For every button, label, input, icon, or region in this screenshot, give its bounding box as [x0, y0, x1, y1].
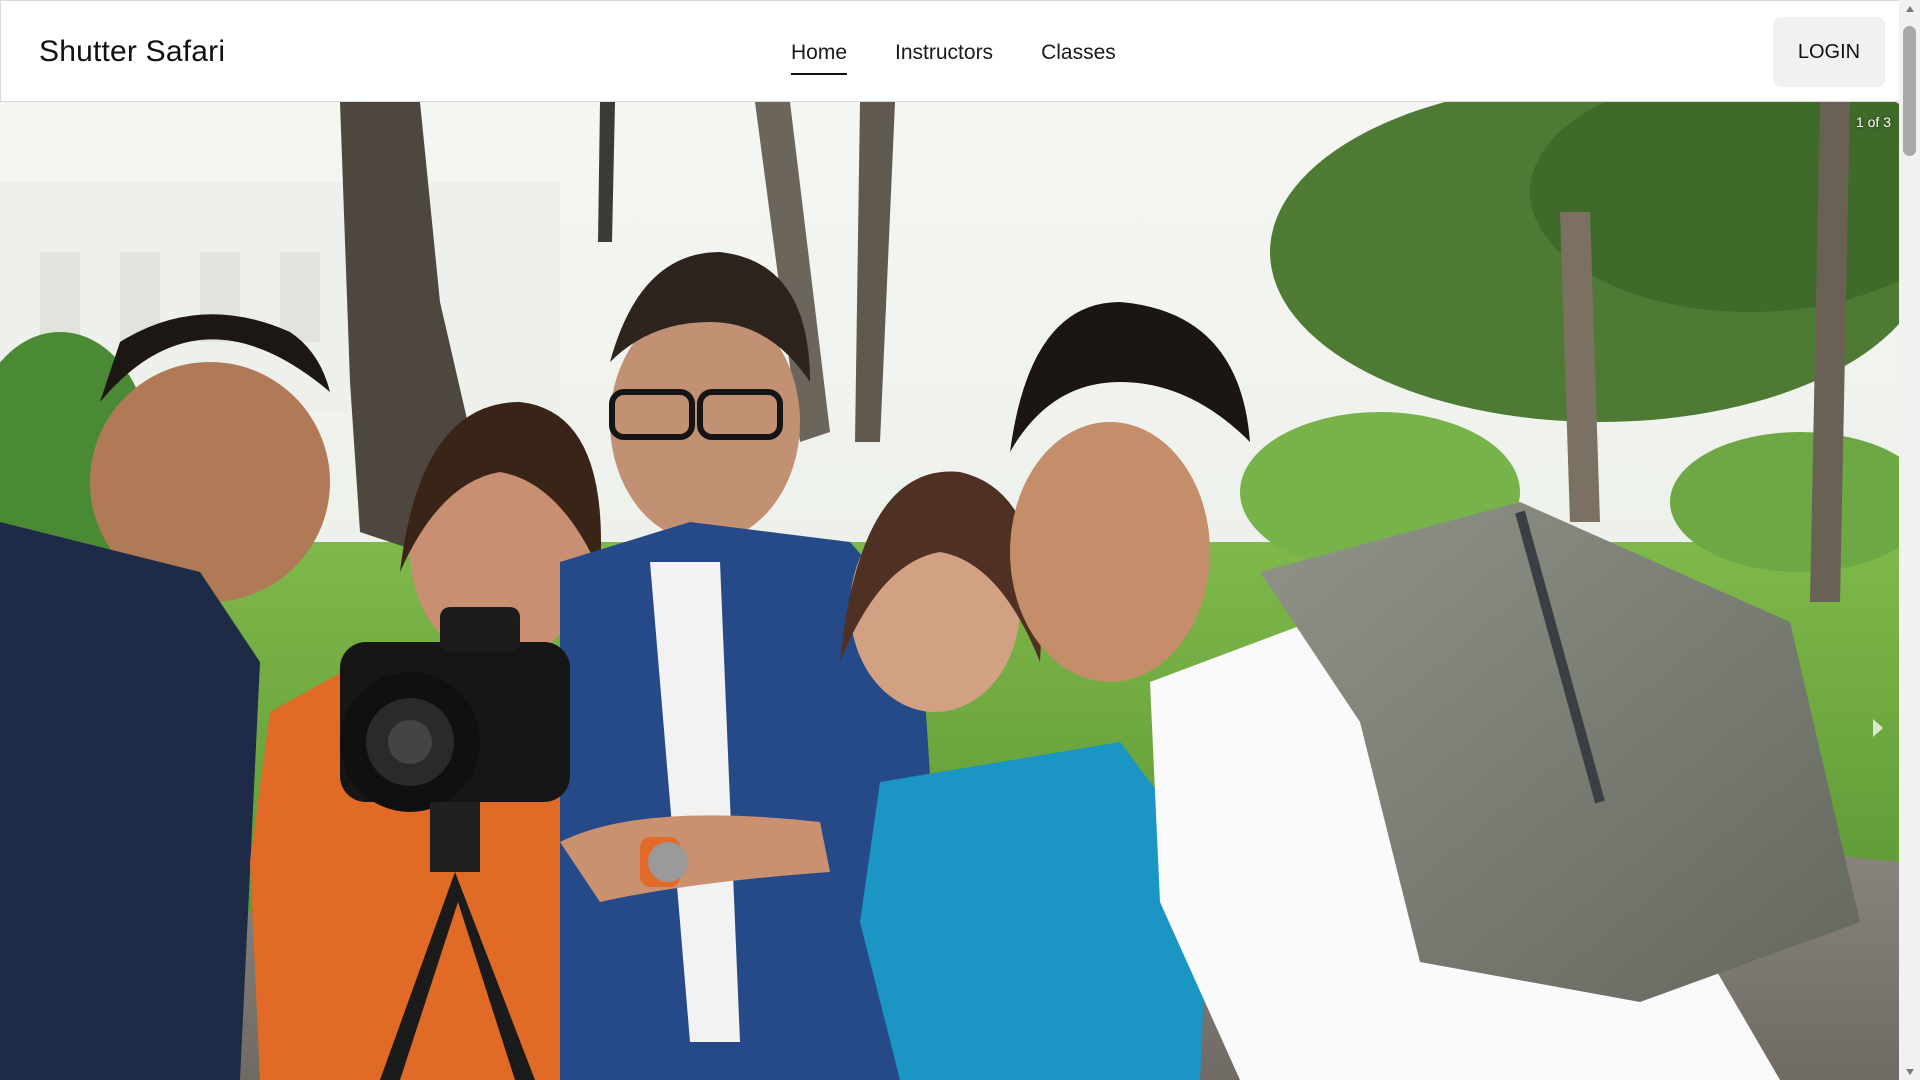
scrollbar-thumb[interactable]: [1903, 26, 1916, 156]
login-button[interactable]: LOGIN: [1773, 17, 1885, 87]
main-nav: Home Instructors Classes: [791, 41, 1116, 75]
carousel-next-button[interactable]: [1867, 712, 1889, 744]
triangle-up-icon: [1905, 5, 1914, 12]
top-navbar: Shutter Safari Home Instructors Classes …: [0, 0, 1899, 102]
nav-item-home[interactable]: Home: [791, 41, 848, 75]
page: Shutter Safari Home Instructors Classes …: [0, 0, 1920, 1080]
hero-carousel[interactable]: 1 of 3: [0, 102, 1899, 1080]
page-scrollbar[interactable]: [1899, 0, 1920, 1080]
triangle-down-icon: [1905, 1068, 1914, 1075]
nav-item-instructors[interactable]: Instructors: [895, 41, 993, 75]
scroll-down-button[interactable]: [1899, 1063, 1920, 1080]
nav-item-classes[interactable]: Classes: [1041, 41, 1116, 75]
carousel-slide-image: [0, 102, 1899, 1080]
scroll-up-button[interactable]: [1899, 0, 1920, 17]
brand-logo-text[interactable]: Shutter Safari: [39, 35, 225, 69]
slide-counter: 1 of 3: [1855, 114, 1891, 130]
chevron-right-icon: [1873, 719, 1883, 737]
